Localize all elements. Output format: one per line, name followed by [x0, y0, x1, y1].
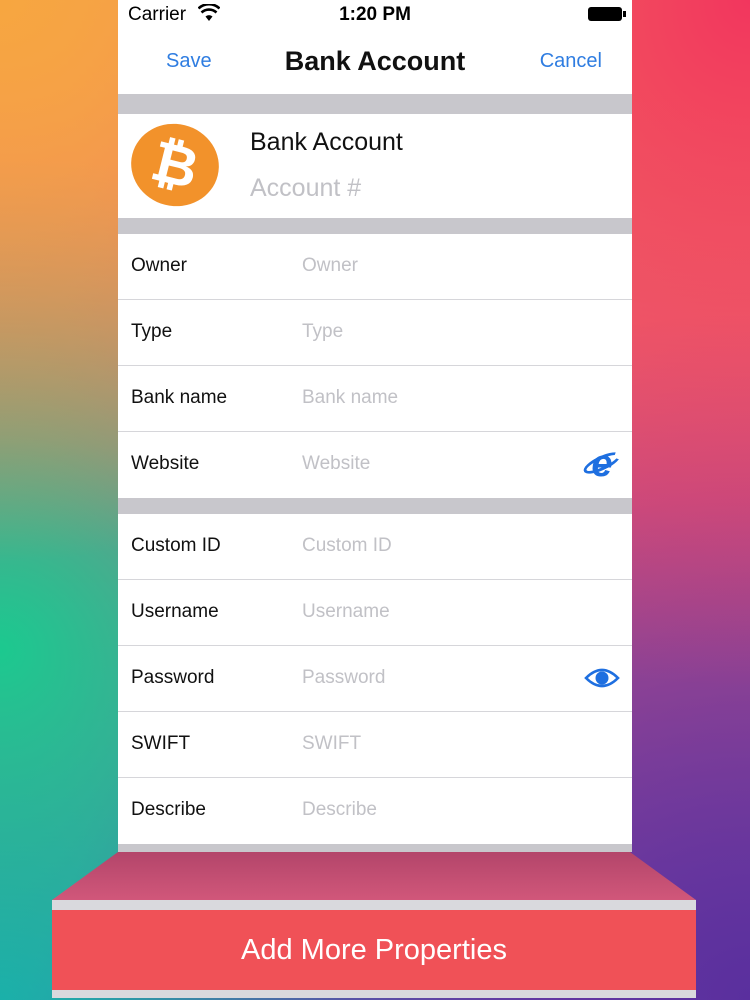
section-separator [118, 498, 632, 514]
eye-icon[interactable] [584, 666, 620, 690]
owner-row[interactable]: Owner [118, 234, 632, 300]
battery-icon [588, 7, 626, 21]
custom-id-row[interactable]: Custom ID [118, 514, 632, 580]
section-separator [118, 844, 632, 852]
swift-row[interactable]: SWIFT [118, 712, 632, 778]
add-more-properties-button[interactable]: Add More Properties [52, 900, 696, 998]
account-number-input[interactable] [250, 172, 590, 204]
status-time: 1:20 PM [339, 4, 411, 25]
describe-row[interactable]: Describe [118, 778, 632, 844]
bank-name-input[interactable] [302, 384, 562, 412]
type-label: Type [131, 321, 173, 342]
website-input[interactable] [302, 450, 562, 478]
website-label: Website [131, 453, 200, 474]
platform-decoration [52, 852, 696, 900]
account-title[interactable]: Bank Account [250, 128, 403, 157]
navigation-bar: Save Bank Account Cancel [118, 30, 632, 94]
swift-input[interactable] [302, 730, 562, 758]
section-separator [118, 218, 632, 234]
account-header: ₿ Bank Account [118, 114, 632, 218]
website-row[interactable]: Website e [118, 432, 632, 498]
app-screen: Carrier 1:20 PM Save Bank Account Cancel… [118, 0, 632, 852]
bitcoin-icon[interactable]: ₿ [122, 114, 228, 216]
custom-id-input[interactable] [302, 532, 562, 560]
owner-label: Owner [131, 255, 187, 276]
cancel-button[interactable]: Cancel [540, 50, 602, 73]
bank-name-label: Bank name [131, 387, 228, 408]
password-input[interactable] [302, 664, 562, 692]
username-label: Username [131, 601, 219, 622]
owner-input[interactable] [302, 252, 562, 280]
username-row[interactable]: Username [118, 580, 632, 646]
describe-label: Describe [131, 799, 206, 820]
type-input[interactable] [302, 318, 562, 346]
bank-name-row[interactable]: Bank name [118, 366, 632, 432]
section-separator [118, 94, 632, 114]
internet-explorer-icon[interactable]: e [580, 445, 624, 483]
password-row[interactable]: Password [118, 646, 632, 712]
status-bar: Carrier 1:20 PM [118, 0, 632, 30]
type-row[interactable]: Type [118, 300, 632, 366]
describe-input[interactable] [302, 796, 562, 824]
password-label: Password [131, 667, 215, 688]
username-input[interactable] [302, 598, 562, 626]
swift-label: SWIFT [131, 733, 191, 754]
custom-id-label: Custom ID [131, 535, 221, 556]
